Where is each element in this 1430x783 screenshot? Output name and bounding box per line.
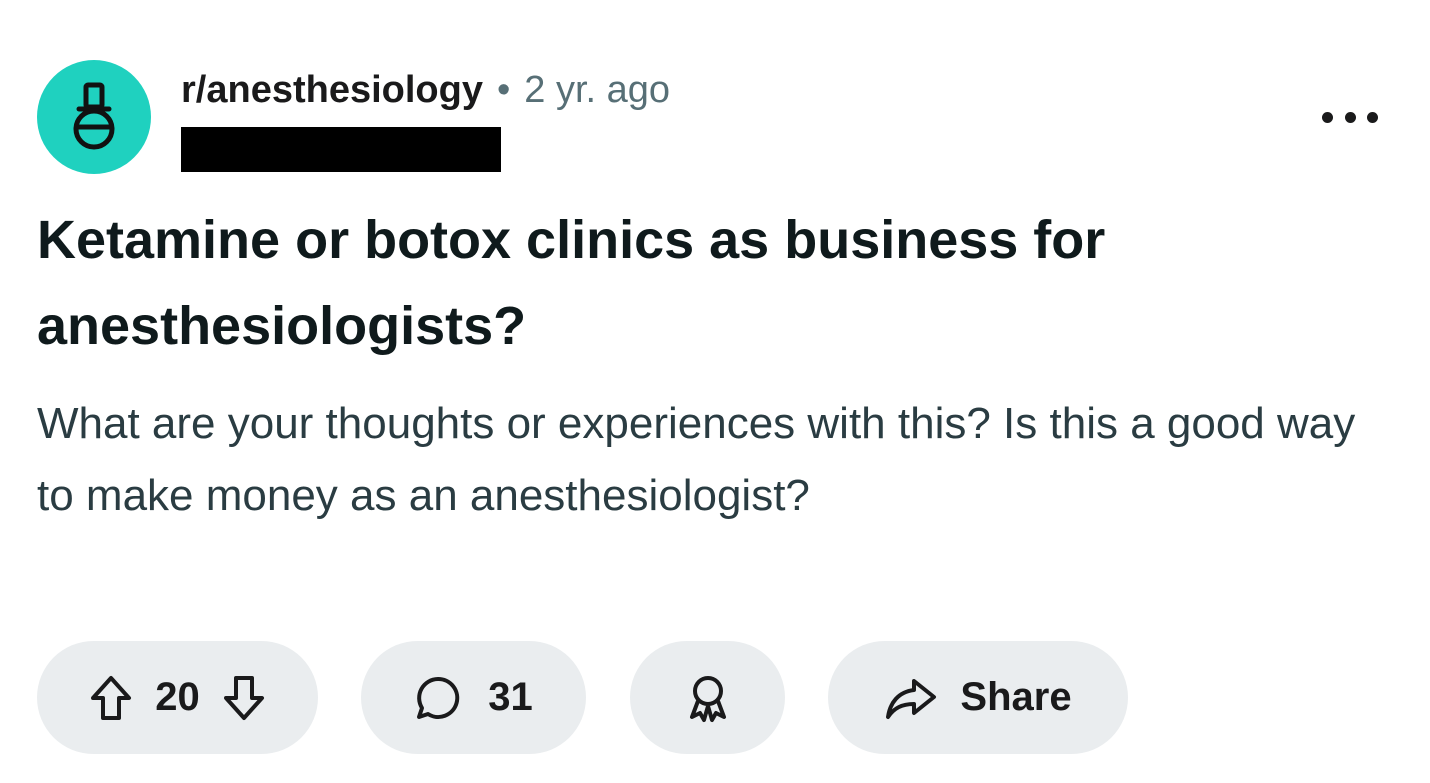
comment-bubble-icon xyxy=(417,676,460,719)
share-icon-wrap xyxy=(884,675,938,721)
share-arrow-icon xyxy=(886,678,937,719)
post-title[interactable]: Ketamine or botox clinics as business fo… xyxy=(37,197,1377,369)
post-age: 2 yr. ago xyxy=(524,68,671,111)
post-meta: r/anesthesiology • 2 yr. ago xyxy=(181,66,670,114)
upvote-button[interactable] xyxy=(89,674,133,722)
award-button[interactable] xyxy=(630,641,785,754)
upvote-arrow-icon xyxy=(91,675,132,720)
downvote-button[interactable] xyxy=(222,674,266,722)
subreddit-avatar[interactable] xyxy=(37,60,151,174)
comment-icon-wrap xyxy=(414,674,462,722)
share-button[interactable]: Share xyxy=(828,641,1128,754)
redacted-username xyxy=(181,127,501,172)
share-label: Share xyxy=(960,675,1072,719)
downvote-arrow-icon xyxy=(223,675,264,720)
more-options-button[interactable] xyxy=(1322,98,1378,136)
post-body: What are your thoughts or experiences wi… xyxy=(37,399,1356,520)
subreddit-avatar-icon xyxy=(73,82,115,150)
vote-count: 20 xyxy=(155,675,200,719)
more-options-icon xyxy=(1322,111,1333,123)
subreddit-name[interactable]: r/anesthesiology xyxy=(181,69,483,112)
comments-button[interactable]: 31 xyxy=(361,641,586,754)
comment-count: 31 xyxy=(488,675,533,719)
award-icon-wrap xyxy=(684,673,732,723)
award-ribbon-icon xyxy=(689,675,726,722)
vote-bar: 20 xyxy=(37,641,318,754)
meta-separator: • xyxy=(496,68,511,111)
